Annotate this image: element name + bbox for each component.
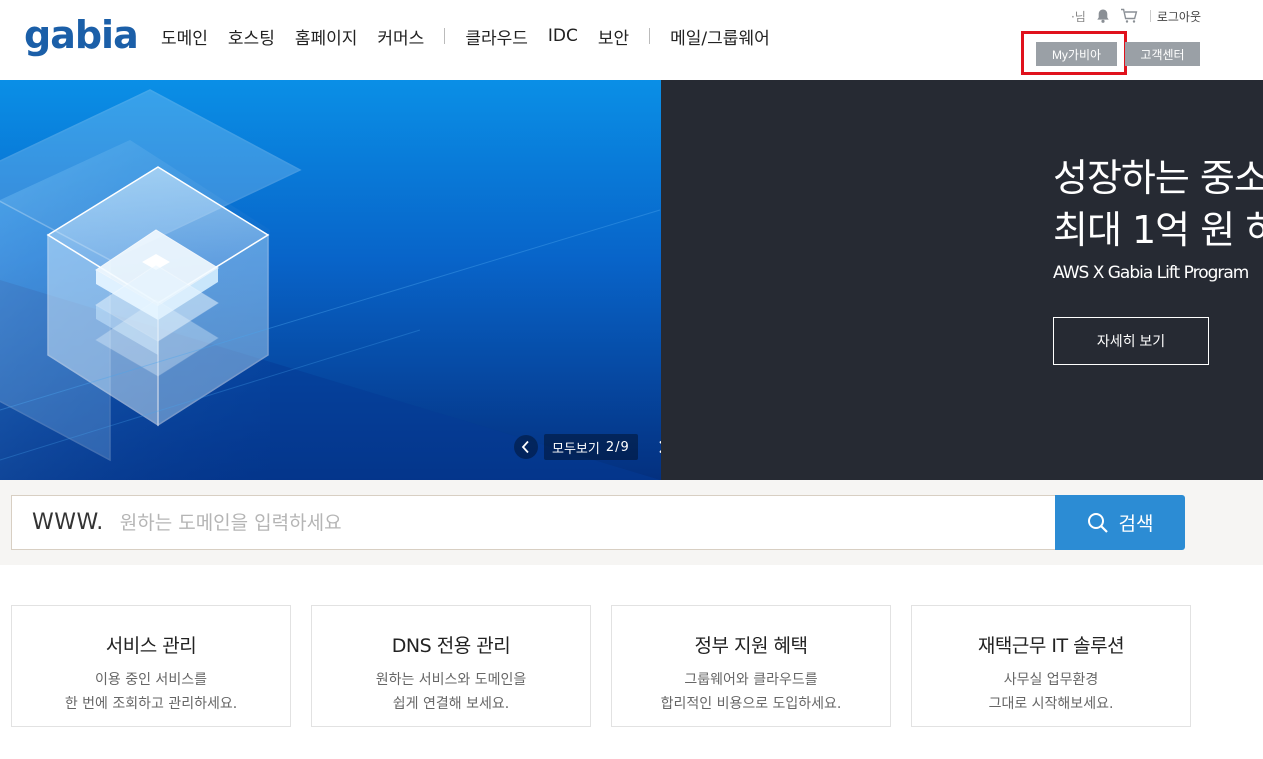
card-service-management[interactable]: 서비스 관리 이용 중인 서비스를 한 번에 조회하고 관리하세요. — [11, 605, 291, 727]
utility-divider — [1149, 10, 1151, 22]
card-desc-line: 합리적인 비용으로 도입하세요. — [660, 696, 842, 712]
page-current: 2 — [605, 439, 616, 455]
nav-divider — [444, 28, 446, 44]
main-banner: 모두보기 2/9 성장하는 중소 최대 1억 원 혀 AWS X Gabia L… — [0, 80, 1263, 480]
customer-center-button[interactable]: 고객센터 — [1125, 42, 1200, 66]
banner-title-line1: 성장하는 중소 — [1053, 156, 1263, 200]
card-title: DNS 전용 관리 — [391, 635, 511, 657]
card-description: 원하는 서비스와 도메인을 쉽게 연결해 보세요. — [312, 668, 590, 716]
header: gabia. 도메인 호스팅 홈페이지 커머스 클라우드 IDC 보안 메일/그… — [0, 0, 1263, 80]
server-cube-illustration — [0, 89, 661, 480]
banner-view-all[interactable]: 모두보기 2/9 — [544, 434, 638, 460]
utility-bar: ·님 로그아웃 — [1071, 6, 1201, 26]
banner-more-button[interactable]: 자세히 보기 — [1053, 317, 1209, 365]
card-desc-line: 한 번에 조회하고 관리하세요. — [64, 696, 238, 712]
banner-title-line2: 최대 1억 원 혀 — [1053, 208, 1263, 252]
mygabia-button[interactable]: My가비아 — [1036, 42, 1117, 66]
banner-prev-button[interactable] — [514, 435, 538, 459]
nav-divider — [649, 28, 651, 44]
card-government-support[interactable]: 정부 지원 혜택 그룹웨어와 클라우드를 합리적인 비용으로 도입하세요. — [611, 605, 891, 727]
page-total: 9 — [620, 439, 630, 455]
nav-commerce[interactable]: 커머스 — [377, 24, 424, 49]
logo-text: gabia. — [24, 14, 139, 57]
card-desc-line: 이용 중인 서비스를 — [95, 672, 207, 688]
nav-domain[interactable]: 도메인 — [161, 24, 208, 49]
nav-idc[interactable]: IDC — [548, 26, 578, 46]
banner-subtitle: AWS X Gabia Lift Program — [1053, 263, 1249, 283]
search-icon — [1087, 512, 1108, 533]
logout-link[interactable]: 로그아웃 — [1157, 8, 1201, 25]
card-description: 그룹웨어와 클라우드를 합리적인 비용으로 도입하세요. — [612, 668, 890, 716]
nav-security[interactable]: 보안 — [598, 24, 629, 49]
banner-page-indicator: 2/9 — [605, 439, 630, 455]
search-button-label: 검색 — [1118, 514, 1154, 535]
nav-cloud[interactable]: 클라우드 — [465, 24, 528, 49]
card-desc-line: 쉽게 연결해 보세요. — [392, 696, 510, 712]
user-name: ·님 — [1070, 9, 1086, 24]
main-nav: 도메인 호스팅 홈페이지 커머스 클라우드 IDC 보안 메일/그룹웨어 — [161, 24, 790, 49]
banner-text-panel: 성장하는 중소 최대 1억 원 혀 AWS X Gabia Lift Progr… — [661, 80, 1263, 480]
card-title: 서비스 관리 — [105, 635, 197, 657]
nav-mail-groupware[interactable]: 메일/그룹웨어 — [670, 24, 770, 49]
chevron-left-icon — [521, 440, 529, 454]
cart-icon[interactable] — [1120, 7, 1138, 25]
banner-next-button[interactable] — [650, 435, 661, 459]
nav-hosting[interactable]: 호스팅 — [228, 24, 275, 49]
domain-search-box: WWW. — [11, 495, 1057, 550]
card-description: 이용 중인 서비스를 한 번에 조회하고 관리하세요. — [12, 668, 290, 716]
search-button[interactable]: 검색 — [1055, 495, 1185, 550]
domain-prefix: WWW. — [32, 510, 104, 535]
bell-icon[interactable] — [1094, 7, 1112, 25]
view-all-label: 모두보기 — [552, 441, 600, 457]
card-dns-management[interactable]: DNS 전용 관리 원하는 서비스와 도메인을 쉽게 연결해 보세요. — [311, 605, 591, 727]
banner-pager: 모두보기 2/9 — [514, 434, 661, 460]
gabia-logo[interactable]: gabia. — [24, 13, 152, 60]
card-description: 사무실 업무환경 그대로 시작해보세요. — [912, 668, 1190, 716]
card-desc-line: 그대로 시작해보세요. — [988, 696, 1114, 712]
banner-illustration: 모두보기 2/9 — [0, 80, 661, 480]
banner-title: 성장하는 중소 최대 1억 원 혀 — [1053, 152, 1263, 256]
card-remote-work-solution[interactable]: 재택근무 IT 솔루션 사무실 업무환경 그대로 시작해보세요. — [911, 605, 1191, 727]
card-title: 재택근무 IT 솔루션 — [977, 635, 1125, 657]
domain-search-input[interactable] — [119, 502, 1056, 543]
nav-homepage[interactable]: 홈페이지 — [295, 24, 358, 49]
card-desc-line: 그룹웨어와 클라우드를 — [684, 672, 818, 688]
card-title: 정부 지원 혜택 — [694, 635, 808, 657]
card-desc-line: 원하는 서비스와 도메인을 — [375, 672, 527, 688]
card-desc-line: 사무실 업무환경 — [1003, 672, 1099, 688]
